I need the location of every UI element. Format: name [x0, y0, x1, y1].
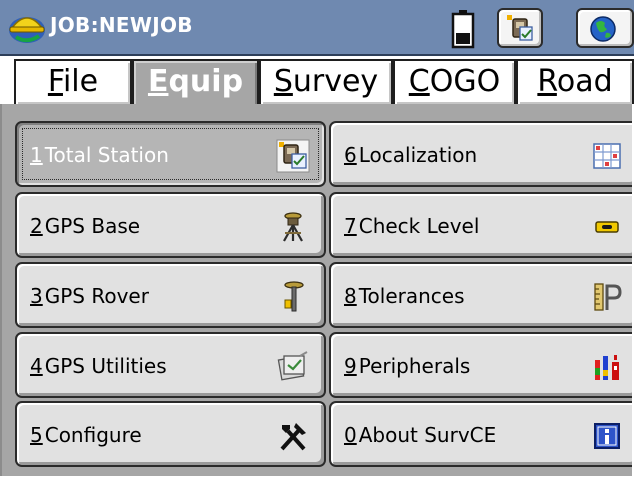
- gps-utilities-icon: [276, 350, 310, 384]
- tab-road[interactable]: Road: [516, 59, 634, 106]
- menu-button-label: 8 Tolerances: [344, 284, 465, 308]
- about-survce-button[interactable]: 0 About SurvCE: [329, 401, 634, 467]
- menu-button-label: 6 Localization: [344, 143, 478, 167]
- gps-base-icon: [276, 210, 310, 244]
- gps-rover-button[interactable]: 3 GPS Rover: [15, 262, 326, 328]
- menu-button-label: 5 Configure: [30, 423, 142, 447]
- total-station-button[interactable]: 1 Total Station: [15, 121, 326, 187]
- configure-button[interactable]: 5 Configure: [15, 401, 326, 467]
- tab-bar: File Equip Survey COGO Road: [0, 56, 634, 108]
- menu-button-label: 3 GPS Rover: [30, 284, 149, 308]
- job-title: JOB:NEWJOB: [50, 13, 193, 37]
- level-icon: [590, 210, 624, 244]
- tolerances-icon: [590, 280, 624, 314]
- menu-button-label: 1 Total Station: [30, 143, 169, 167]
- tools-icon: [276, 419, 310, 453]
- gps-base-button[interactable]: 2 GPS Base: [15, 192, 326, 258]
- localization-grid-icon: [590, 139, 624, 173]
- menu-button-label: 0 About SurvCE: [344, 423, 497, 447]
- equip-menu-panel: 1 Total Station 2 GPS Base 3 GPS Rover 4…: [0, 104, 634, 476]
- hardhat-icon[interactable]: [6, 6, 48, 48]
- menu-button-label: 7 Check Level: [344, 214, 480, 238]
- globe-button[interactable]: [576, 8, 634, 48]
- gps-rover-icon: [276, 280, 310, 314]
- tolerances-button[interactable]: 8 Tolerances: [329, 262, 634, 328]
- menu-button-label: 2 GPS Base: [30, 214, 141, 238]
- instrument-button[interactable]: [497, 8, 543, 48]
- peripherals-button[interactable]: 9 Peripherals: [329, 332, 634, 398]
- tab-file[interactable]: File: [14, 59, 132, 106]
- tab-survey[interactable]: Survey: [259, 59, 393, 106]
- survce-window: JOB:NEWJOB File Equip Survey COGO Road 1…: [0, 0, 634, 479]
- title-bar: JOB:NEWJOB: [0, 0, 634, 56]
- peripherals-icon: [590, 350, 624, 384]
- menu-button-label: 4 GPS Utilities: [30, 354, 167, 378]
- check-level-button[interactable]: 7 Check Level: [329, 192, 634, 258]
- tab-equip[interactable]: Equip: [132, 59, 259, 108]
- tab-cogo[interactable]: COGO: [393, 59, 516, 106]
- battery-icon[interactable]: [451, 9, 475, 49]
- info-icon: [590, 419, 624, 453]
- globe-icon: [590, 16, 616, 42]
- menu-button-label: 9 Peripherals: [344, 354, 471, 378]
- total-station-icon: [507, 15, 533, 41]
- localization-button[interactable]: 6 Localization: [329, 121, 634, 187]
- total-station-icon: [276, 139, 310, 173]
- gps-utilities-button[interactable]: 4 GPS Utilities: [15, 332, 326, 398]
